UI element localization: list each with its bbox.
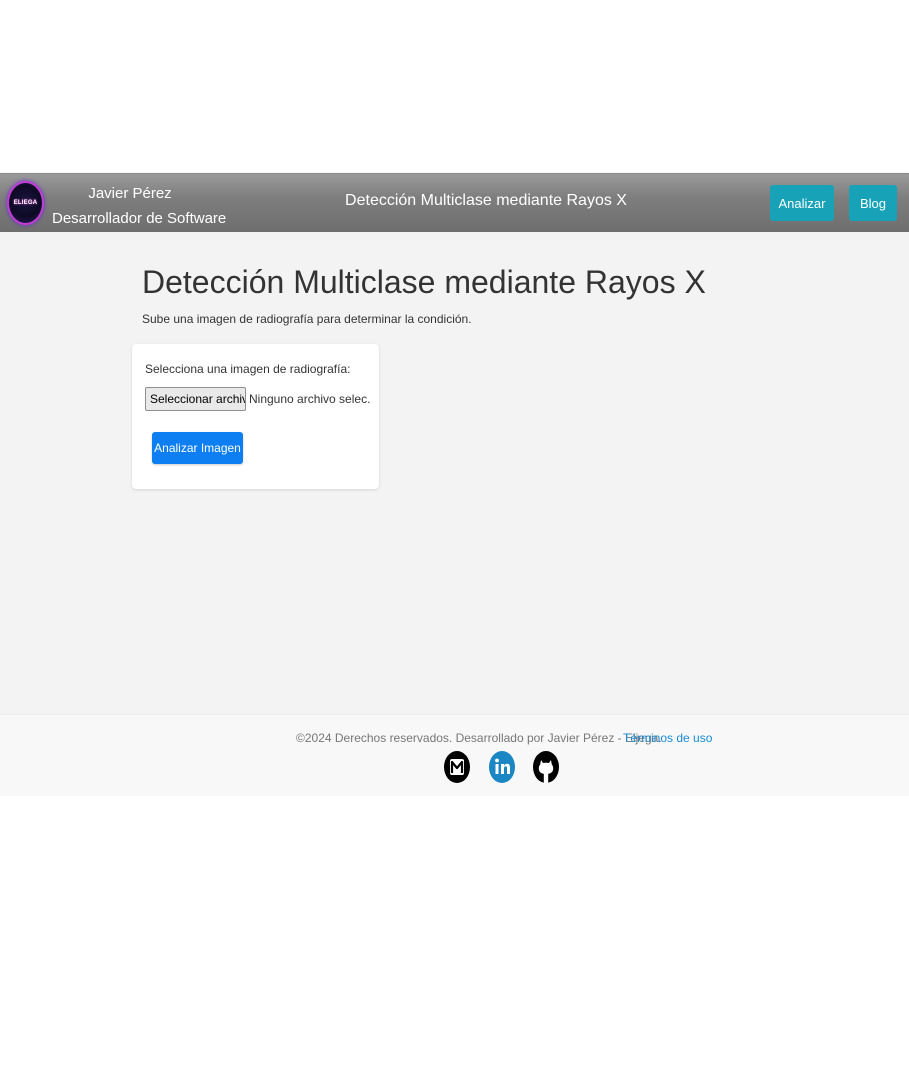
logo-text: ELIEGA [13,200,38,206]
footer: ©2024 Derechos reservados. Desarrollado … [0,714,909,796]
mail-icon [444,751,470,783]
analyze-image-button[interactable]: Analizar Imagen [152,432,243,464]
bottom-blank-area [0,796,909,1080]
file-input-label: Selecciona una imagen de radiografía: [145,362,351,376]
brand-logo[interactable]: ELIEGA [9,183,42,223]
terms-of-use-link[interactable]: Términos de uso [623,731,712,745]
navbar: ELIEGA Javier Pérez Desarrollador de Sof… [0,173,909,232]
linkedin-link[interactable] [488,750,516,784]
page-title: Detección Multiclase mediante Rayos X [142,264,706,300]
mail-link[interactable] [443,750,471,784]
footer-copyright: ©2024 Derechos reservados. Desarrollado … [296,731,662,745]
page-subtitle: Sube una imagen de radiografía para dete… [142,312,472,326]
brand-name: Javier Pérez [88,185,172,202]
top-blank-area [0,0,909,173]
main-content: Detección Multiclase mediante Rayos X Su… [0,232,909,714]
github-link[interactable] [532,750,560,784]
brand: Javier Pérez Desarrollador de Software [52,181,227,231]
brand-role: Desarrollador de Software [52,210,227,227]
nav-blog-button[interactable]: Blog [849,185,897,221]
github-icon [533,751,559,783]
file-select-button[interactable]: Seleccionar archivo [145,387,246,411]
file-status-text: Ninguno archivo selec. [249,392,371,406]
nav-analizar-button[interactable]: Analizar [770,185,834,221]
navbar-title: Detección Multiclase mediante Rayos X [345,192,627,209]
upload-card: Selecciona una imagen de radiografía: Se… [132,344,379,489]
linkedin-icon [489,751,515,783]
